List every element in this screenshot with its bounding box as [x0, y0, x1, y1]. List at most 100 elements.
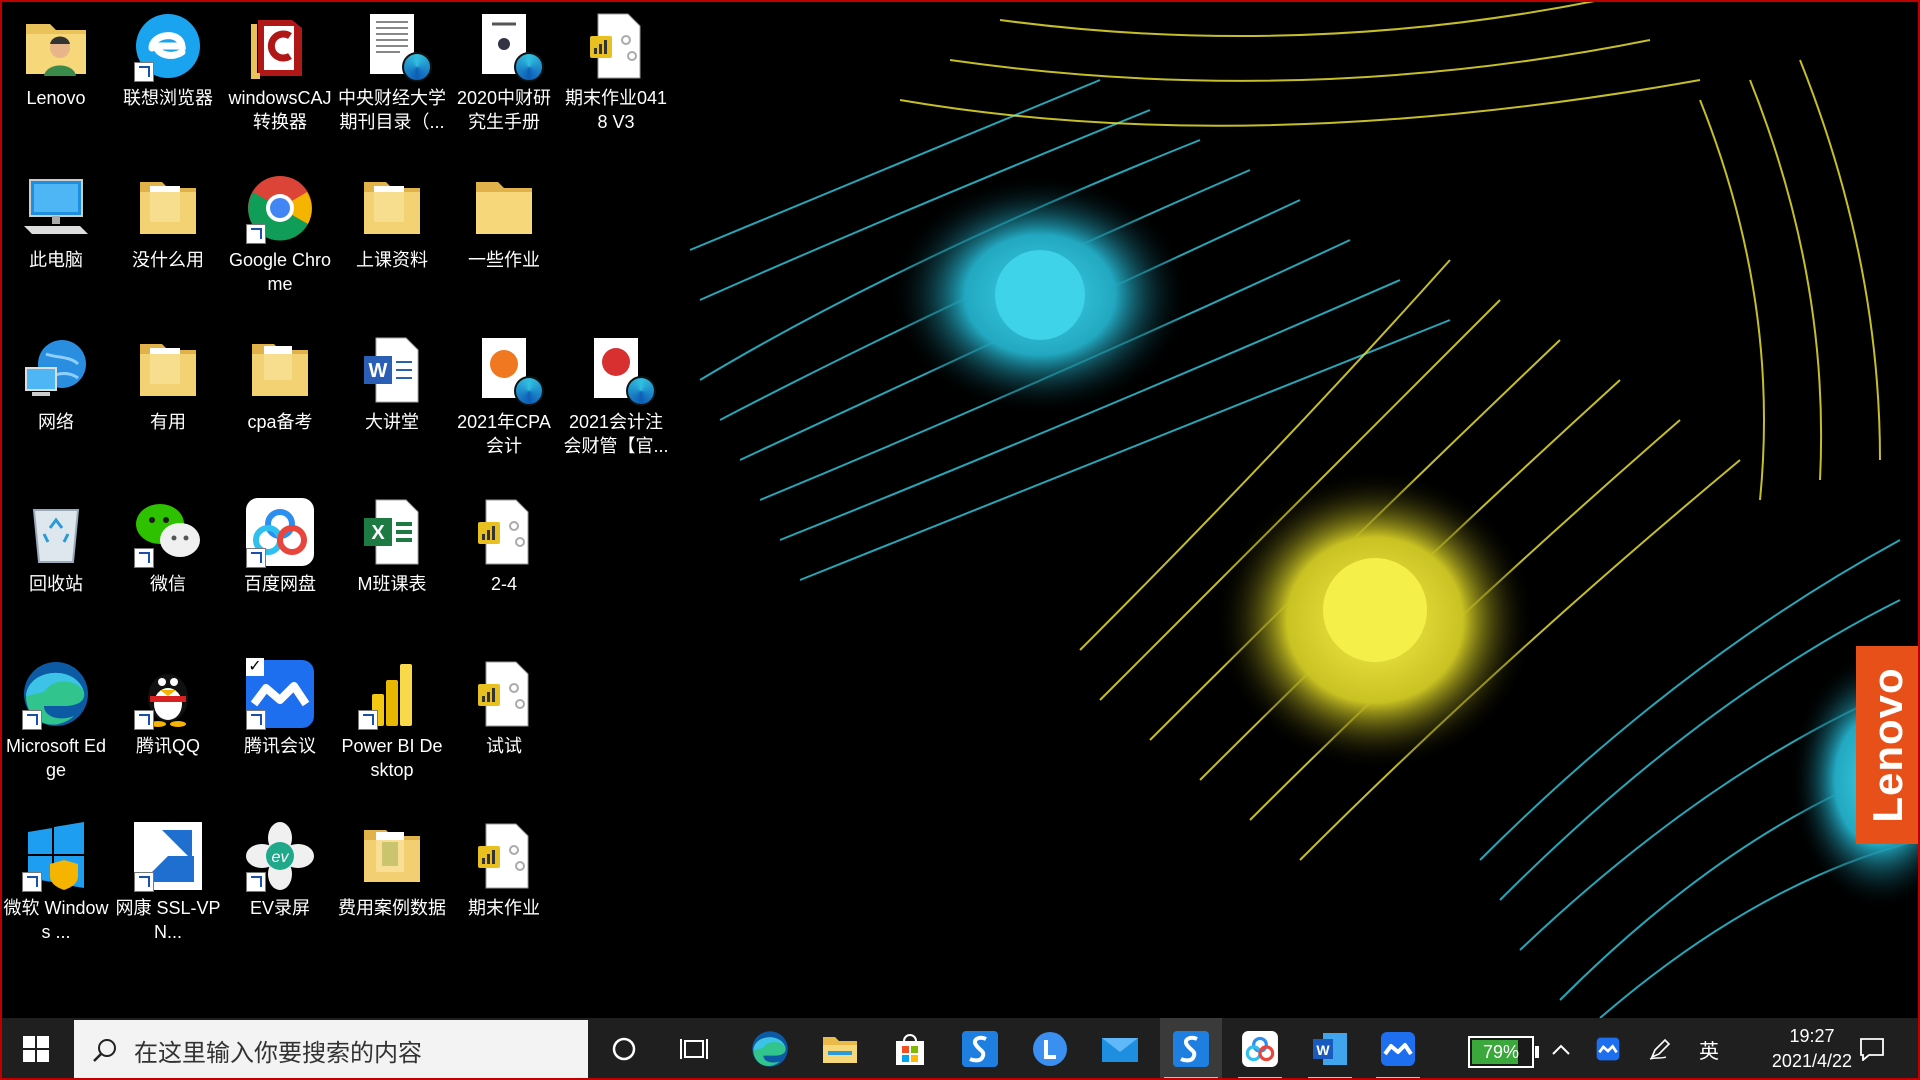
desktop-icon-homework[interactable]: 一些作业	[449, 168, 559, 272]
desktop-icon-expense-data[interactable]: 费用案例数据	[337, 816, 447, 920]
desktop-icon-label: 大讲堂	[365, 412, 419, 432]
desktop-icon-recycle-bin[interactable]: 回收站	[1, 492, 111, 596]
ev-recorder-icon: ev	[244, 820, 316, 892]
lenovo-l-icon	[1033, 1032, 1067, 1066]
desktop-icon-meishenmeyong[interactable]: 没什么用	[113, 168, 223, 272]
desktop-icon-windows-security[interactable]: 微软 Windows ...	[1, 816, 111, 944]
powerbi-icon	[356, 658, 428, 730]
folder-icon	[356, 172, 428, 244]
desktop-icon-tencent-meeting[interactable]: ✓ 腾讯会议	[225, 654, 335, 758]
desktop-icon-final[interactable]: 期末作业	[449, 816, 559, 920]
desktop-icon-ev-recorder[interactable]: ev EV录屏	[225, 816, 335, 920]
desktop-icon-network[interactable]: 网络	[1, 330, 111, 434]
desktop-icon-label: 试试	[486, 736, 522, 756]
cortana-icon	[612, 1037, 636, 1061]
desktop-icon-label: 微软 Windows ...	[3, 898, 109, 942]
edge-icon	[20, 658, 92, 730]
cortana-button[interactable]	[594, 1018, 654, 1080]
computer-icon	[20, 172, 92, 244]
clock-date: 2021/4/22	[1771, 1051, 1852, 1071]
clock-time: 19:27	[1789, 1026, 1835, 1046]
desktop-icon-class-materials[interactable]: 上课资料	[337, 168, 447, 272]
desktop-icon-netkang-vpn[interactable]: 网康 SSL-VPN...	[113, 816, 223, 944]
desktop-icon-journal-catalog[interactable]: 中央财经大学期刊目录（...	[337, 6, 447, 134]
desktop-icon-windowscaj[interactable]: windowsCAJ转换器	[225, 6, 335, 134]
taskbar-tencent-meeting[interactable]	[1368, 1018, 1428, 1080]
desktop-icon-label: 网康 SSL-VPN...	[115, 898, 221, 942]
svg-text:ev: ev	[272, 849, 290, 866]
desktop-icon-shishi[interactable]: 试试	[449, 654, 559, 758]
desktop-icon-label: 有用	[150, 412, 186, 432]
desktop-icon-lenovo[interactable]: Lenovo	[1, 6, 111, 110]
desktop-icon-cpa-prep[interactable]: cpa备考	[225, 330, 335, 434]
desktop-icon-wechat[interactable]: 微信	[113, 492, 223, 596]
tray-tencent-meeting[interactable]	[1590, 1018, 1626, 1080]
powerbi-file-icon	[580, 10, 652, 82]
qq-penguin-icon	[132, 658, 204, 730]
selected-checkbox[interactable]: ✓	[246, 658, 264, 676]
folder-icon	[356, 820, 428, 892]
desktop-icon-cpa-financial[interactable]: 2021会计注会财管【官...	[561, 330, 671, 458]
desktop-icon-tencent-qq[interactable]: 腾讯QQ	[113, 654, 223, 758]
battery-percent: 79%	[1482, 1042, 1520, 1062]
desktop-icon-baidu-netdisk[interactable]: 百度网盘	[225, 492, 335, 596]
chrome-icon	[244, 172, 316, 244]
clock[interactable]: 19:27 2021/4/22	[1772, 1024, 1852, 1074]
notification-icon	[1860, 1038, 1884, 1061]
taskbar-sangfor[interactable]	[950, 1018, 1010, 1080]
taskbar-search-box[interactable]: 在这里输入你要搜索的内容	[74, 1020, 588, 1080]
pen-icon	[1649, 1038, 1671, 1060]
caj-converter-icon	[244, 10, 316, 82]
task-view-button[interactable]	[664, 1018, 724, 1080]
desktop-icon-label: 百度网盘	[244, 574, 316, 594]
taskbar-word[interactable]: W	[1300, 1018, 1360, 1080]
svg-text:W: W	[369, 360, 388, 382]
desktop-icon-label: Power BI Desktop	[341, 736, 443, 780]
desktop-icon-label: 微信	[150, 574, 186, 594]
baidu-netdisk-icon	[244, 496, 316, 568]
desktop-icon-cpa-accounting[interactable]: 2021年CPA会计	[449, 330, 559, 458]
folder-icon	[244, 334, 316, 406]
sangfor-icon	[962, 1031, 998, 1067]
desktop-icon-label: 此电脑	[29, 250, 83, 270]
taskbar-lenovo-l[interactable]	[1020, 1018, 1080, 1080]
taskbar-baidu-netdisk[interactable]	[1230, 1018, 1290, 1080]
action-center-button[interactable]	[1850, 1018, 1894, 1080]
tencent-meeting-icon	[1381, 1032, 1415, 1066]
desktop-icon-handbook[interactable]: 2020中财研究生手册	[449, 6, 559, 134]
desktop-icon-power-bi[interactable]: Power BI Desktop	[337, 654, 447, 782]
desktop-icon-this-pc[interactable]: 此电脑	[1, 168, 111, 272]
desktop-icon-final-0418[interactable]: 期末作业0418 V3	[561, 6, 671, 134]
desktop-icon-microsoft-edge[interactable]: Microsoft Edge	[1, 654, 111, 782]
desktop-icon-label: 腾讯会议	[244, 736, 316, 756]
pen-ink-button[interactable]	[1642, 1018, 1678, 1080]
taskbar-store[interactable]	[880, 1018, 940, 1080]
show-hidden-icons-button[interactable]	[1544, 1018, 1578, 1080]
folder-icon	[468, 172, 540, 244]
battery-indicator[interactable]: 79%	[1468, 1036, 1539, 1068]
recycle-bin-icon	[20, 496, 92, 568]
desktop-icon-google-chrome[interactable]: Google Chrome	[225, 168, 335, 296]
desktop-icon-lecture[interactable]: W 大讲堂	[337, 330, 447, 434]
desktop-icon-label: 2021会计注会财管【官...	[563, 412, 669, 456]
input-method-button[interactable]: 英	[1692, 1018, 1726, 1080]
desktop-icon-label: Microsoft Edge	[5, 736, 107, 780]
desktop-icon-m-schedule[interactable]: X M班课表	[337, 492, 447, 596]
desktop-icon-label: 期末作业0418 V3	[564, 88, 668, 132]
desktop-icon-2-4[interactable]: 2-4	[449, 492, 559, 596]
desktop-icon-label: windowsCAJ转换器	[228, 88, 332, 132]
desktop-icon-label: cpa备考	[247, 412, 313, 432]
desktop-icon-useful[interactable]: 有用	[113, 330, 223, 434]
taskbar-file-explorer[interactable]	[810, 1018, 870, 1080]
desktop-icon-label: 2-4	[490, 574, 517, 594]
word-document-icon: W	[356, 334, 428, 406]
taskbar-mail[interactable]	[1090, 1018, 1150, 1080]
taskbar-sangfor-active[interactable]	[1160, 1018, 1222, 1080]
taskbar-edge[interactable]	[740, 1018, 800, 1080]
desktop-icon-label: EV录屏	[249, 898, 310, 918]
start-button[interactable]	[0, 1018, 72, 1080]
desktop-icon-lenovo-browser[interactable]: 联想浏览器	[113, 6, 223, 110]
pdf-document-icon	[468, 10, 544, 82]
sangfor-active-icon	[1173, 1031, 1209, 1067]
windows-shield-icon	[20, 820, 92, 892]
